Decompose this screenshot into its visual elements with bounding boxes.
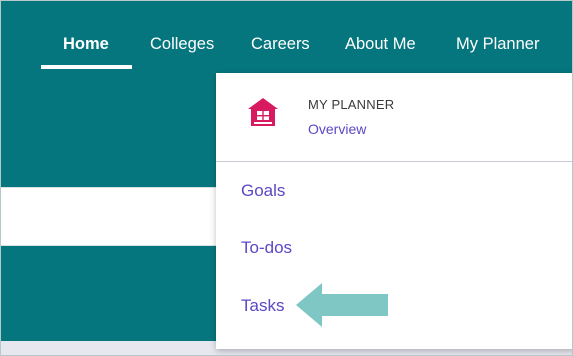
nav-careers[interactable]: Careers	[251, 35, 310, 54]
nav-home[interactable]: Home	[63, 35, 109, 54]
my-planner-dropdown: MY PLANNER Overview Goals To-dos Tasks	[216, 73, 572, 349]
main-nav: Home Colleges Careers About Me My Planne…	[1, 1, 572, 71]
overview-link[interactable]: Overview	[308, 121, 366, 137]
dropdown-title: MY PLANNER	[308, 97, 395, 112]
menu-item-tasks[interactable]: Tasks	[241, 296, 284, 316]
dropdown-header: MY PLANNER Overview	[216, 73, 572, 162]
nav-my-planner[interactable]: My Planner	[456, 35, 539, 54]
menu-item-goals[interactable]: Goals	[241, 181, 285, 201]
active-tab-indicator	[41, 65, 132, 69]
nav-colleges[interactable]: Colleges	[150, 35, 214, 54]
app-frame: Home Colleges Careers About Me My Planne…	[0, 0, 573, 356]
arrow-left-icon	[296, 283, 388, 327]
menu-item-to-dos[interactable]: To-dos	[241, 238, 292, 258]
nav-about-me[interactable]: About Me	[345, 35, 416, 54]
house-icon	[248, 98, 278, 126]
